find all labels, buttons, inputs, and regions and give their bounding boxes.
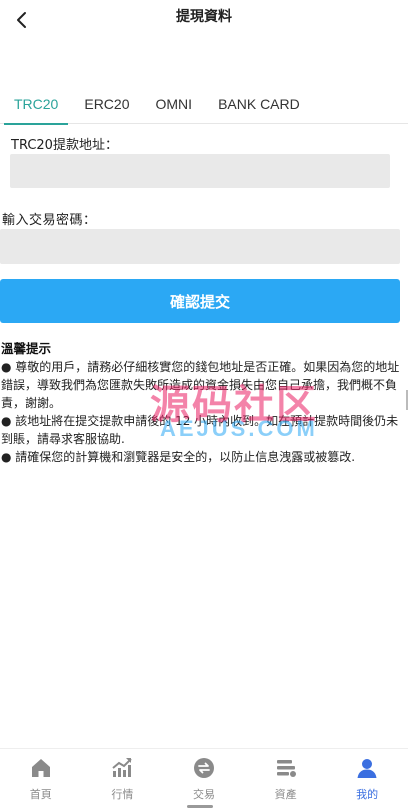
nav-item-assets[interactable]: 資產 [245, 749, 327, 804]
password-input[interactable] [0, 229, 400, 264]
nav-item-market[interactable]: 行情 [82, 749, 164, 804]
user-icon [355, 756, 379, 780]
nav-label: 資產 [274, 788, 297, 801]
tip-item: ● 尊敬的用戶，請務必仔細核實您的錢包地址是否正確。如果因為您的地址錯誤，導致我… [1, 360, 400, 410]
chart-icon [110, 756, 134, 780]
tab-omni[interactable]: OMNI [146, 86, 203, 124]
tips-section: 溫馨提示 ● 尊敬的用戶，請務必仔細核實您的錢包地址是否正確。如果因為您的地址錯… [1, 340, 405, 466]
nav-label: 首頁 [29, 788, 52, 801]
tab-erc20[interactable]: ERC20 [74, 86, 139, 124]
address-input[interactable] [10, 154, 390, 188]
network-tabs: TRC20 ERC20 OMNI BANK CARD [0, 86, 408, 125]
home-indicator [187, 805, 213, 808]
bottom-nav: 首頁 行情 交易 資產 我的 [0, 748, 408, 804]
address-label: TRC20提款地址： [11, 138, 118, 153]
home-icon [29, 756, 53, 780]
nav-item-home[interactable]: 首頁 [0, 749, 82, 804]
tab-bank-card[interactable]: BANK CARD [208, 86, 310, 124]
withdraw-page: 提現資料 TRC20 ERC20 OMNI BANK CARD TRC20提款地… [0, 0, 408, 810]
wallet-icon [274, 756, 298, 780]
nav-label: 交易 [192, 788, 215, 801]
header: 提現資料 [0, 0, 408, 40]
page-title: 提現資料 [176, 9, 232, 25]
password-label: 輸入交易密碼： [2, 213, 97, 228]
tab-trc20[interactable]: TRC20 [4, 86, 69, 125]
nav-label: 我的 [356, 788, 379, 801]
confirm-button[interactable]: 確認提交 [0, 279, 400, 323]
tips-title: 溫馨提示 [1, 341, 52, 356]
nav-item-mine[interactable]: 我的 [326, 749, 408, 804]
nav-label: 行情 [111, 788, 134, 801]
nav-item-trade[interactable]: 交易 [163, 749, 245, 804]
tip-item: ● 請確保您的計算機和瀏覽器是安全的，以防止信息洩露或被篡改. [1, 450, 356, 464]
tip-item: ● 該地址將在提交提款申請後的 12 小時內收到。如在預計提款時間後仍未到賬，請… [1, 414, 399, 446]
exchange-icon [192, 756, 216, 780]
